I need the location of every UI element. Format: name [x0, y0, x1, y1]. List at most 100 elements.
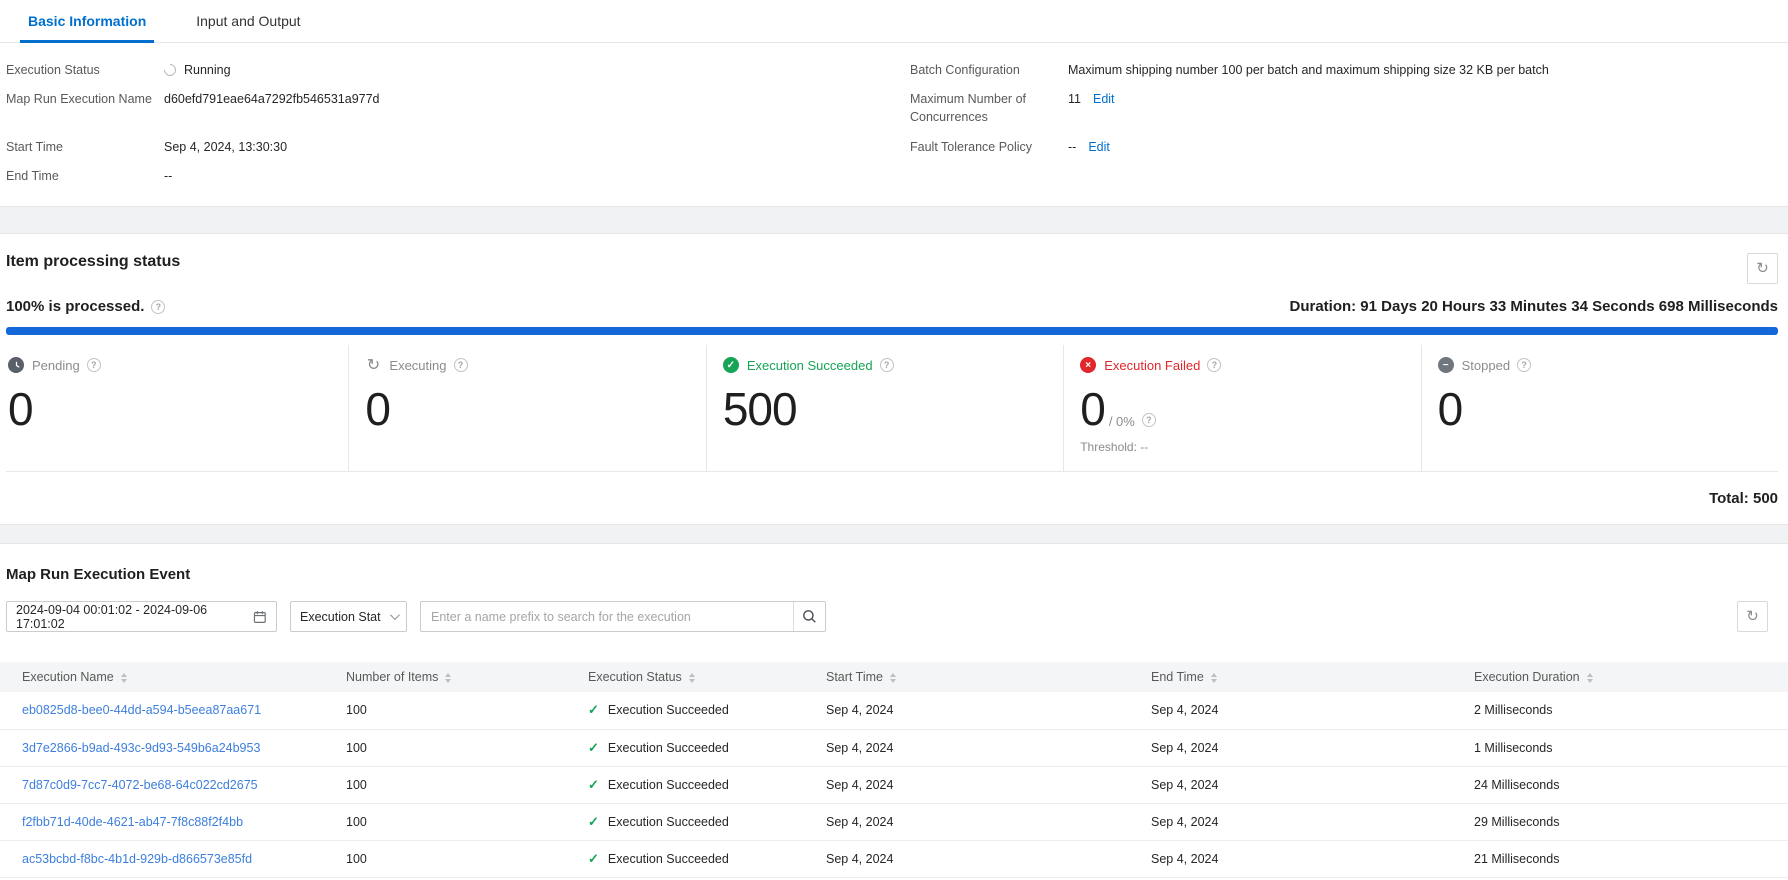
- max-concurrences-row: Maximum Number of Concurrences 11 Edit: [910, 90, 1778, 138]
- refresh-button[interactable]: ↻: [1747, 253, 1778, 284]
- start-time-value: Sep 4, 2024, 13:30:30: [164, 140, 288, 154]
- stat-label: Pending: [32, 357, 80, 373]
- pending-count: 0: [8, 383, 34, 435]
- items-cell: 100: [346, 840, 588, 878]
- status-text: Execution Succeeded: [607, 777, 729, 792]
- execution-name-link[interactable]: f2fbb71d-40de-4621-ab47-7f8c88f2f4bb: [22, 815, 243, 829]
- column-label: Start Time: [826, 670, 883, 684]
- help-icon[interactable]: ?: [879, 358, 894, 372]
- col-start-time[interactable]: Start Time: [826, 662, 1151, 692]
- duration-text: Duration: 91 Days 20 Hours 33 Minutes 34…: [1289, 298, 1778, 315]
- col-number-of-items[interactable]: Number of Items: [346, 662, 588, 692]
- sort-icon: [889, 672, 896, 683]
- col-end-time[interactable]: End Time: [1151, 662, 1474, 692]
- section-separator: [0, 206, 1788, 234]
- stat-card-succeeded: ✓ Execution Succeeded ? 500: [705, 345, 1063, 471]
- field-label: Execution Status: [6, 63, 100, 77]
- map-run-execution-event-section: Map Run Execution Event 2024-09-04 00:01…: [0, 544, 1788, 878]
- map-run-execution-name-value: d60efd791eae64a7292fb546531a977d: [164, 92, 380, 106]
- progress-text: 100% is processed.: [6, 298, 145, 315]
- edit-fault-tolerance-link[interactable]: Edit: [1088, 138, 1110, 156]
- select-value: Execution Stat: [300, 609, 381, 624]
- calendar-icon: [254, 610, 267, 623]
- end-time-row: End Time --: [6, 167, 910, 196]
- minus-glyph: −: [1442, 359, 1449, 371]
- column-label: Execution Name: [22, 670, 114, 684]
- tab-basic-information[interactable]: Basic Information: [19, 0, 155, 43]
- status-cell: ✓ Execution Succeeded: [588, 702, 826, 718]
- check-icon: ✓: [588, 813, 599, 829]
- sort-icon: [445, 672, 452, 683]
- check-glyph: ✓: [726, 359, 735, 371]
- field-label: Fault Tolerance Policy: [910, 140, 1033, 154]
- end-time-cell: Sep 4, 2024: [1151, 766, 1474, 804]
- execution-name-link[interactable]: 7d87c0d9-7cc7-4072-be68-64c022cd2675: [22, 778, 258, 792]
- section-separator: [0, 524, 1788, 544]
- execution-event-table: Execution Name Number of Items Execution…: [0, 662, 1788, 878]
- stat-label: Stopped: [1461, 357, 1511, 373]
- cross-glyph: ×: [1085, 359, 1092, 371]
- tab-input-and-output[interactable]: Input and Output: [192, 0, 304, 42]
- map-run-detail-page: Basic Information Input and Output Execu…: [0, 0, 1788, 880]
- search-icon: [803, 610, 816, 623]
- help-icon[interactable]: ?: [1207, 358, 1222, 372]
- help-icon[interactable]: ?: [86, 358, 101, 372]
- edit-concurrences-link[interactable]: Edit: [1093, 90, 1115, 108]
- chevron-down-icon: [389, 610, 400, 621]
- progress-bar: [6, 327, 1778, 335]
- start-time-cell: Sep 4, 2024: [826, 803, 1151, 841]
- status-text: Running: [184, 63, 231, 77]
- table-header-row: Execution Name Number of Items Execution…: [0, 662, 1788, 692]
- duration-cell: 1 Milliseconds: [1474, 729, 1788, 767]
- section-title: Item processing status: [6, 253, 181, 270]
- duration-cell: 29 Milliseconds: [1474, 803, 1788, 841]
- items-cell: 100: [346, 729, 588, 767]
- start-time-cell: Sep 4, 2024: [826, 692, 1151, 730]
- check-icon: ✓: [588, 739, 599, 755]
- section-title: Map Run Execution Event: [6, 566, 191, 583]
- col-execution-name[interactable]: Execution Name: [0, 662, 346, 692]
- map-run-name-row: Map Run Execution Name d60efd791eae64a72…: [6, 90, 910, 138]
- basic-info-right-column: Batch Configuration Maximum shipping num…: [910, 61, 1778, 206]
- table-row: eb0825d8-bee0-44dd-a594-b5eea87aa671 100…: [0, 692, 1788, 730]
- start-time-cell: Sep 4, 2024: [826, 729, 1151, 767]
- batch-configuration-value: Maximum shipping number 100 per batch an…: [1068, 63, 1549, 77]
- max-concurrences-value: 11 Edit: [1068, 90, 1115, 108]
- col-execution-status[interactable]: Execution Status: [588, 662, 826, 692]
- batch-configuration-row: Batch Configuration Maximum shipping num…: [910, 61, 1778, 90]
- status-cell: ✓ Execution Succeeded: [588, 740, 826, 756]
- help-icon[interactable]: ?: [1517, 358, 1532, 372]
- table-row: f2fbb71d-40de-4621-ab47-7f8c88f2f4bb 100…: [0, 803, 1788, 841]
- help-icon[interactable]: ?: [1141, 413, 1156, 427]
- executing-count: 0: [365, 383, 391, 435]
- execution-status-row: Execution Status Running: [6, 61, 910, 90]
- succeeded-count: 500: [722, 383, 798, 435]
- value-text: 11: [1068, 92, 1081, 106]
- execution-name-link[interactable]: 3d7e2866-b9ad-493c-9d93-549b6a24b953: [22, 741, 260, 755]
- end-time-value: --: [164, 169, 173, 183]
- col-execution-duration[interactable]: Execution Duration: [1474, 662, 1788, 692]
- failed-percent: / 0%: [1108, 414, 1135, 429]
- stat-card-pending: Pending ? 0: [6, 345, 348, 471]
- basic-info-left-column: Execution Status Running Map Run Executi…: [6, 61, 910, 206]
- date-range-picker[interactable]: 2024-09-04 00:01:02 - 2024-09-06 17:01:0…: [6, 601, 277, 632]
- loading-spinner-icon: [161, 61, 179, 79]
- refresh-table-button[interactable]: ↻: [1737, 601, 1768, 632]
- help-icon[interactable]: ?: [453, 358, 468, 372]
- check-icon: ✓: [588, 850, 599, 866]
- progress-bar-fill: [6, 327, 1778, 335]
- help-icon[interactable]: ?: [151, 299, 166, 314]
- execution-name-link[interactable]: eb0825d8-bee0-44dd-a594-b5eea87aa671: [22, 703, 261, 717]
- execution-name-link[interactable]: ac53bcbd-f8bc-4b1d-929b-d866573e85fd: [22, 852, 252, 866]
- search-input[interactable]: [421, 602, 793, 631]
- sort-icon: [1586, 672, 1593, 683]
- search-box: [420, 601, 826, 632]
- field-label: Start Time: [6, 140, 63, 154]
- start-time-row: Start Time Sep 4, 2024, 13:30:30: [6, 138, 910, 167]
- status-text: Execution Succeeded: [607, 814, 729, 829]
- search-button[interactable]: [793, 602, 825, 631]
- end-time-cell: Sep 4, 2024: [1151, 692, 1474, 730]
- execution-status-select[interactable]: Execution Stat: [290, 601, 407, 632]
- items-cell: 100: [346, 803, 588, 841]
- total-count: Total: 500: [1709, 489, 1778, 507]
